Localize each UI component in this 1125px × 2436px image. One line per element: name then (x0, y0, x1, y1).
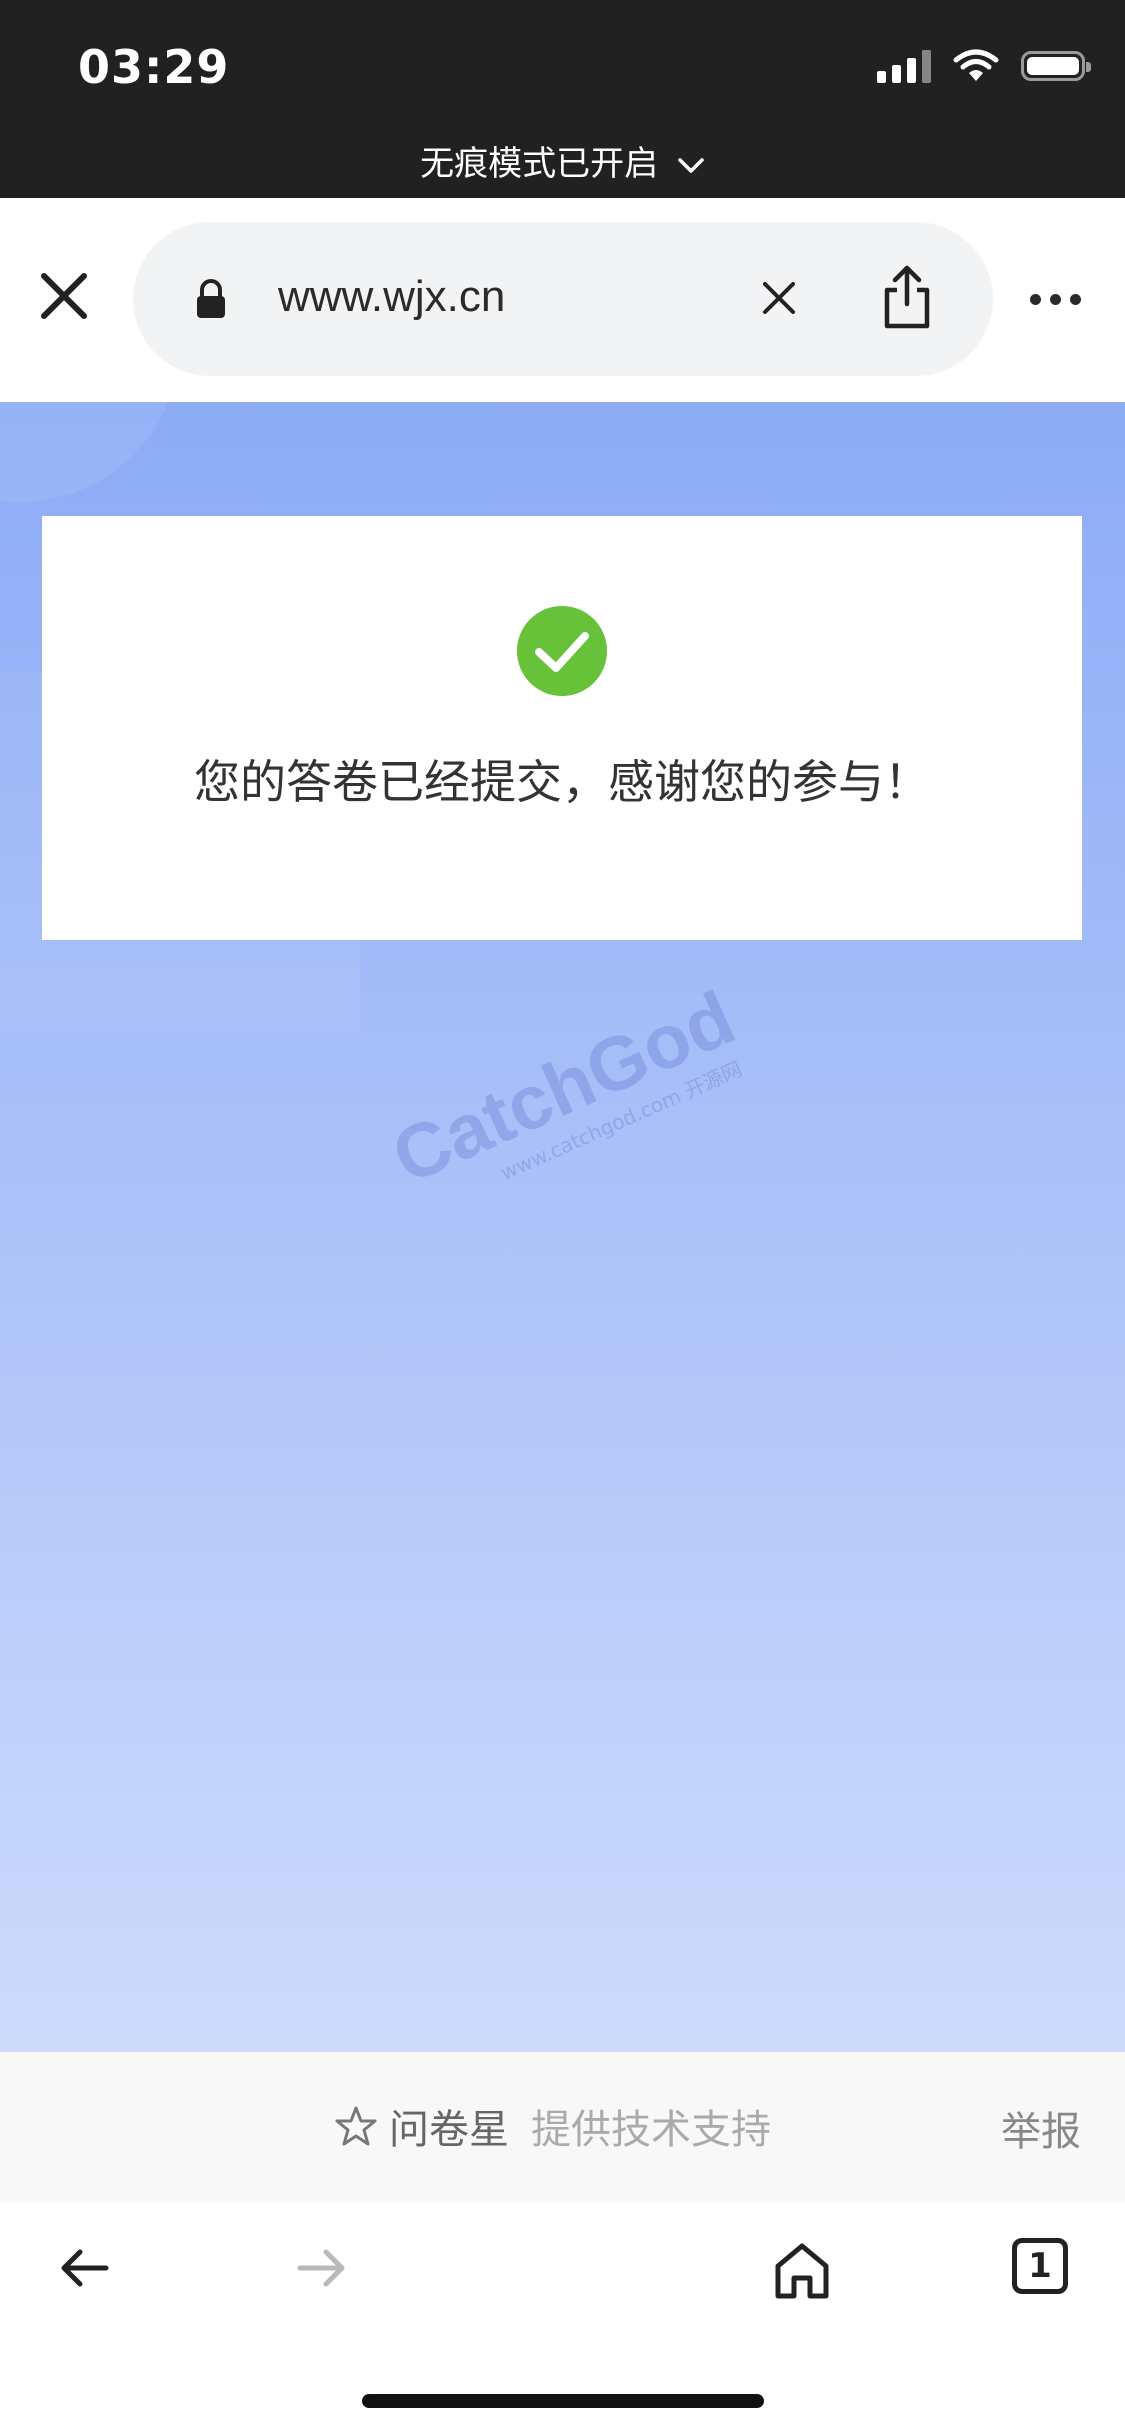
home-indicator (362, 2394, 764, 2408)
watermark-logo: CatchGod www.catchgod.com 开源网 (380, 975, 747, 1201)
brand-name: 问卷星 (389, 2107, 509, 2153)
back-arrow-icon[interactable] (56, 2240, 112, 2296)
browser-address-row: www.wjx.cn (0, 198, 1125, 402)
cellular-signal-icon (877, 49, 931, 83)
lock-icon (197, 279, 225, 318)
incognito-mode-toggle[interactable]: 无痕模式已开启 (0, 136, 1125, 185)
report-link[interactable]: 举报 (1001, 2099, 1081, 2157)
more-options-icon[interactable] (1030, 294, 1081, 305)
status-time: 03:29 (78, 40, 230, 94)
star-icon (335, 2106, 377, 2146)
submission-message: 您的答卷已经提交，感谢您的参与！ (194, 755, 930, 809)
tabs-count-button[interactable]: 1 (1012, 2238, 1068, 2294)
page-content: 您的答卷已经提交，感谢您的参与！ CatchGod www.catchgod.c… (0, 402, 1125, 2052)
wifi-icon (953, 49, 999, 81)
status-bar: 03:29 无痕模式已开启 (0, 0, 1125, 198)
success-check-icon (517, 606, 607, 696)
url-text[interactable]: www.wjx.cn (278, 272, 505, 322)
share-icon[interactable] (879, 262, 935, 332)
status-icons (877, 48, 1091, 84)
close-page-icon[interactable] (36, 268, 92, 324)
home-icon[interactable] (772, 2240, 832, 2300)
background-decoration (0, 402, 180, 502)
battery-icon (1021, 51, 1091, 81)
chevron-down-icon (678, 157, 704, 173)
tech-support-text: 提供技术支持 (531, 2107, 771, 2153)
submission-result-card: 您的答卷已经提交，感谢您的参与！ (42, 516, 1082, 940)
page-footer: 问卷星 提供技术支持 举报 (0, 2052, 1125, 2202)
address-bar[interactable]: www.wjx.cn (133, 222, 993, 376)
footer-brand[interactable]: 问卷星 提供技术支持 (335, 2097, 771, 2155)
clear-url-icon[interactable] (759, 278, 799, 318)
incognito-label: 无痕模式已开启 (420, 144, 659, 184)
forward-arrow-icon[interactable] (294, 2240, 350, 2296)
